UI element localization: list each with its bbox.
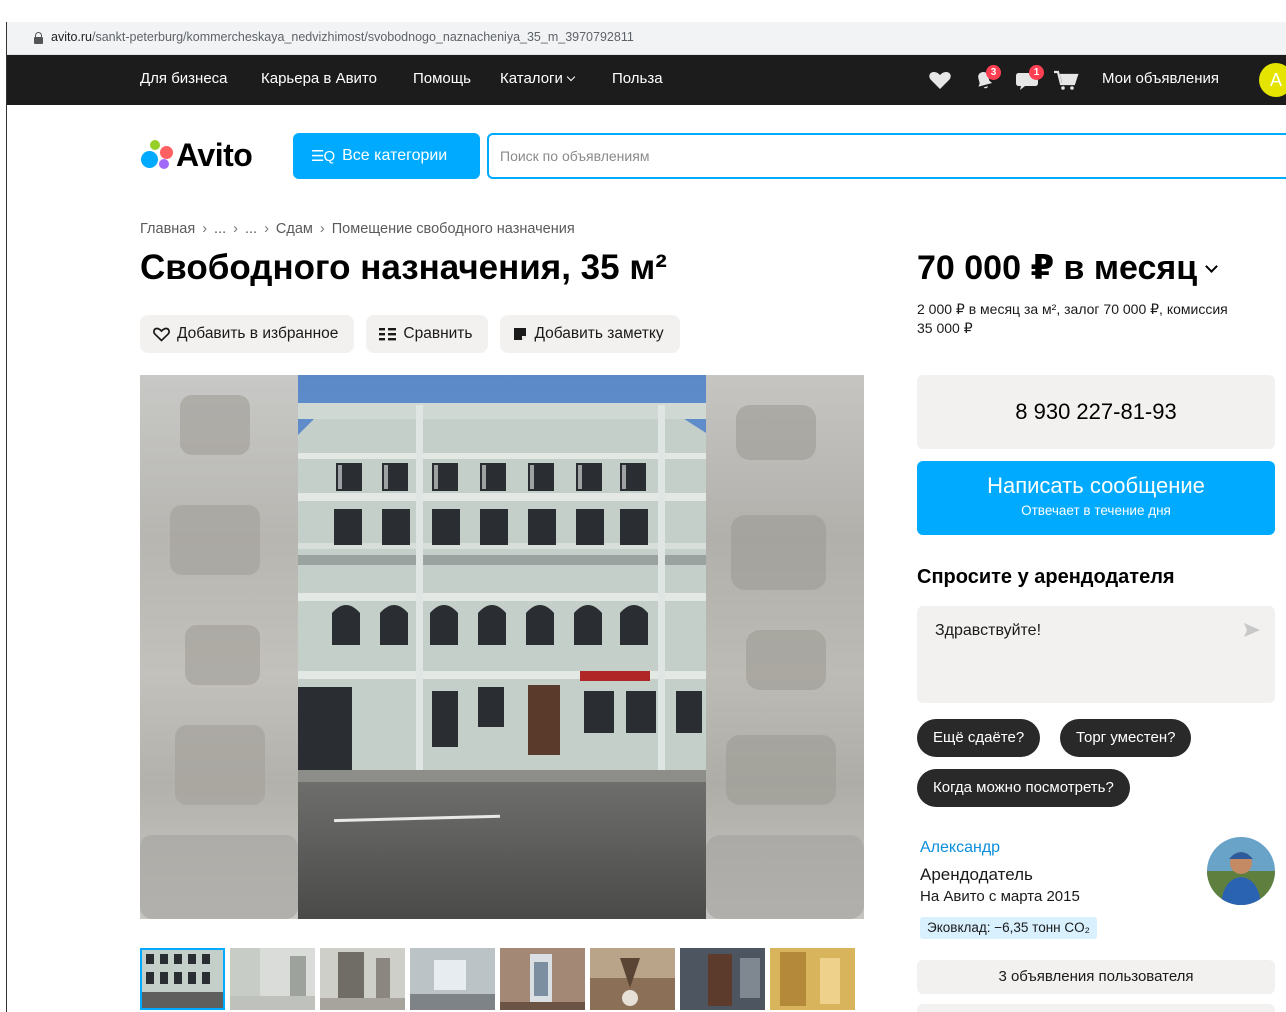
add-to-favorites-label: Добавить в избранное (177, 325, 339, 342)
gallery-next-blurred[interactable] (706, 375, 864, 919)
my-ads-link[interactable]: Мои объявления (1102, 70, 1219, 87)
nav-business-link[interactable]: Для бизнеса (140, 70, 228, 87)
notifications-badge: 3 (986, 65, 1001, 80)
cart-icon[interactable] (1053, 69, 1079, 91)
notifications-bell-icon[interactable]: 3 (972, 65, 1001, 91)
thumbnail-1[interactable] (140, 948, 225, 1010)
price[interactable]: 70 000 ₽ в месяц (917, 248, 1219, 288)
photo-gallery[interactable] (140, 375, 864, 919)
breadcrumb-separator-icon: › (319, 221, 325, 237)
search-box[interactable] (487, 133, 1286, 179)
price-value: 70 000 ₽ в месяц (917, 249, 1198, 287)
favorites-heart-icon[interactable] (928, 69, 952, 91)
messages-badge: 1 (1029, 65, 1044, 80)
user-ads-link[interactable]: 3 объявления пользователя (917, 960, 1275, 994)
thumbnail-4[interactable] (410, 948, 495, 1010)
breadcrumb-home[interactable]: Главная (140, 221, 195, 237)
breadcrumb: Главная ›... ›... › Сдам › Помещение свободног… (140, 221, 575, 237)
seller-since: На Авито с марта 2015 (920, 888, 1080, 905)
breadcrumb-rent[interactable]: Сдам (276, 221, 313, 237)
nav-help-link[interactable]: Помощь (413, 70, 471, 87)
add-note-button[interactable]: Добавить заметку (500, 315, 680, 353)
main-photo[interactable] (298, 375, 706, 919)
compare-label: Сравнить (403, 325, 473, 342)
ask-landlord-title: Спросите у арендодателя (917, 566, 1175, 588)
eco-contribution-badge[interactable]: Эковклад: −6,35 тонн CO₂ (920, 917, 1097, 939)
phone-number-button[interactable]: 8 930 227-81-93 (917, 375, 1275, 449)
quick-reply-chip[interactable]: Когда можно посмотреть? (917, 769, 1130, 807)
all-categories-label: Все категории (342, 147, 448, 164)
next-section-edge (917, 1004, 1275, 1012)
seller-avatar[interactable] (1207, 837, 1275, 905)
lock-icon (34, 32, 43, 44)
breadcrumb-collapsed-2[interactable]: ... (245, 221, 257, 237)
gallery-prev-blurred[interactable] (140, 375, 298, 919)
cropped-text-remnant (0, 0, 6, 12)
thumbnail-strip (140, 948, 856, 1010)
all-categories-button[interactable]: ☰Q Все категории (293, 133, 480, 179)
nav-benefit-link[interactable]: Польза (612, 70, 663, 87)
top-navigation: Для бизнеса Карьера в Авито Помощь Катал… (7, 55, 1286, 105)
quick-reply-chip[interactable]: Ещё сдаёте? (917, 719, 1041, 757)
avito-logo[interactable]: Avito (140, 136, 253, 173)
messages-chat-icon[interactable]: 1 (1015, 65, 1044, 91)
avito-logo-dots-icon (140, 138, 174, 172)
compare-button[interactable]: Сравнить (366, 315, 489, 353)
thumbnail-3[interactable] (320, 948, 405, 1010)
seller-name-link[interactable]: Александр (920, 839, 1000, 857)
url-text[interactable]: avito.ru/sankt-peterburg/kommercheskaya_… (51, 30, 634, 44)
response-time-label: Отвечает в течение дня (1021, 503, 1171, 518)
thumbnail-2[interactable] (230, 948, 315, 1010)
quick-reply-chip[interactable]: Торг уместен? (1060, 719, 1192, 757)
thumbnail-6[interactable] (590, 948, 675, 1010)
breadcrumb-collapsed-1[interactable]: ... (214, 221, 226, 237)
breadcrumb-separator-icon: › (233, 221, 238, 237)
price-details: 2 000 ₽ в месяц за м², залог 70 000 ₽, к… (917, 301, 1228, 336)
thumbnail-5[interactable] (500, 948, 585, 1010)
ask-message-input[interactable] (917, 606, 1275, 703)
seller-role: Арендодатель (920, 865, 1033, 884)
compare-icon (379, 327, 397, 342)
listing-title: Свободного назначения, 35 м² (140, 248, 667, 287)
logo-text: Avito (176, 136, 253, 173)
nav-catalogs-link[interactable]: Каталоги (500, 70, 576, 87)
cropped-top-strip (0, 0, 1286, 22)
thumbnail-8[interactable] (770, 948, 855, 1010)
user-avatar[interactable]: А (1259, 63, 1286, 97)
ask-message-box[interactable] (917, 606, 1275, 703)
chevron-down-icon (566, 72, 576, 82)
search-input[interactable] (489, 135, 1286, 177)
window-frame-edge (6, 22, 7, 1012)
write-message-label: Написать сообщение (987, 473, 1205, 498)
send-icon[interactable] (1243, 621, 1261, 639)
note-icon (513, 327, 527, 341)
breadcrumb-category[interactable]: Помещение свободного назначения (332, 221, 575, 237)
add-note-label: Добавить заметку (534, 325, 664, 342)
menu-search-icon: ☰Q (311, 148, 335, 165)
add-to-favorites-button[interactable]: Добавить в избранное (140, 315, 355, 353)
thumbnail-7[interactable] (680, 948, 765, 1010)
listing-actions: Добавить в избранное Сравнить Добавить з… (140, 315, 680, 353)
breadcrumb-separator-icon: › (202, 221, 208, 237)
chevron-down-icon (1205, 260, 1219, 273)
breadcrumb-separator-icon: › (264, 221, 269, 237)
building-photo-image (298, 375, 706, 919)
address-bar[interactable]: avito.ru/sankt-peterburg/kommercheskaya_… (7, 22, 1286, 55)
nav-career-link[interactable]: Карьера в Авито (261, 70, 377, 87)
heart-outline-icon (153, 327, 170, 342)
write-message-button[interactable]: Написать сообщение Отвечает в течение дн… (917, 461, 1275, 535)
